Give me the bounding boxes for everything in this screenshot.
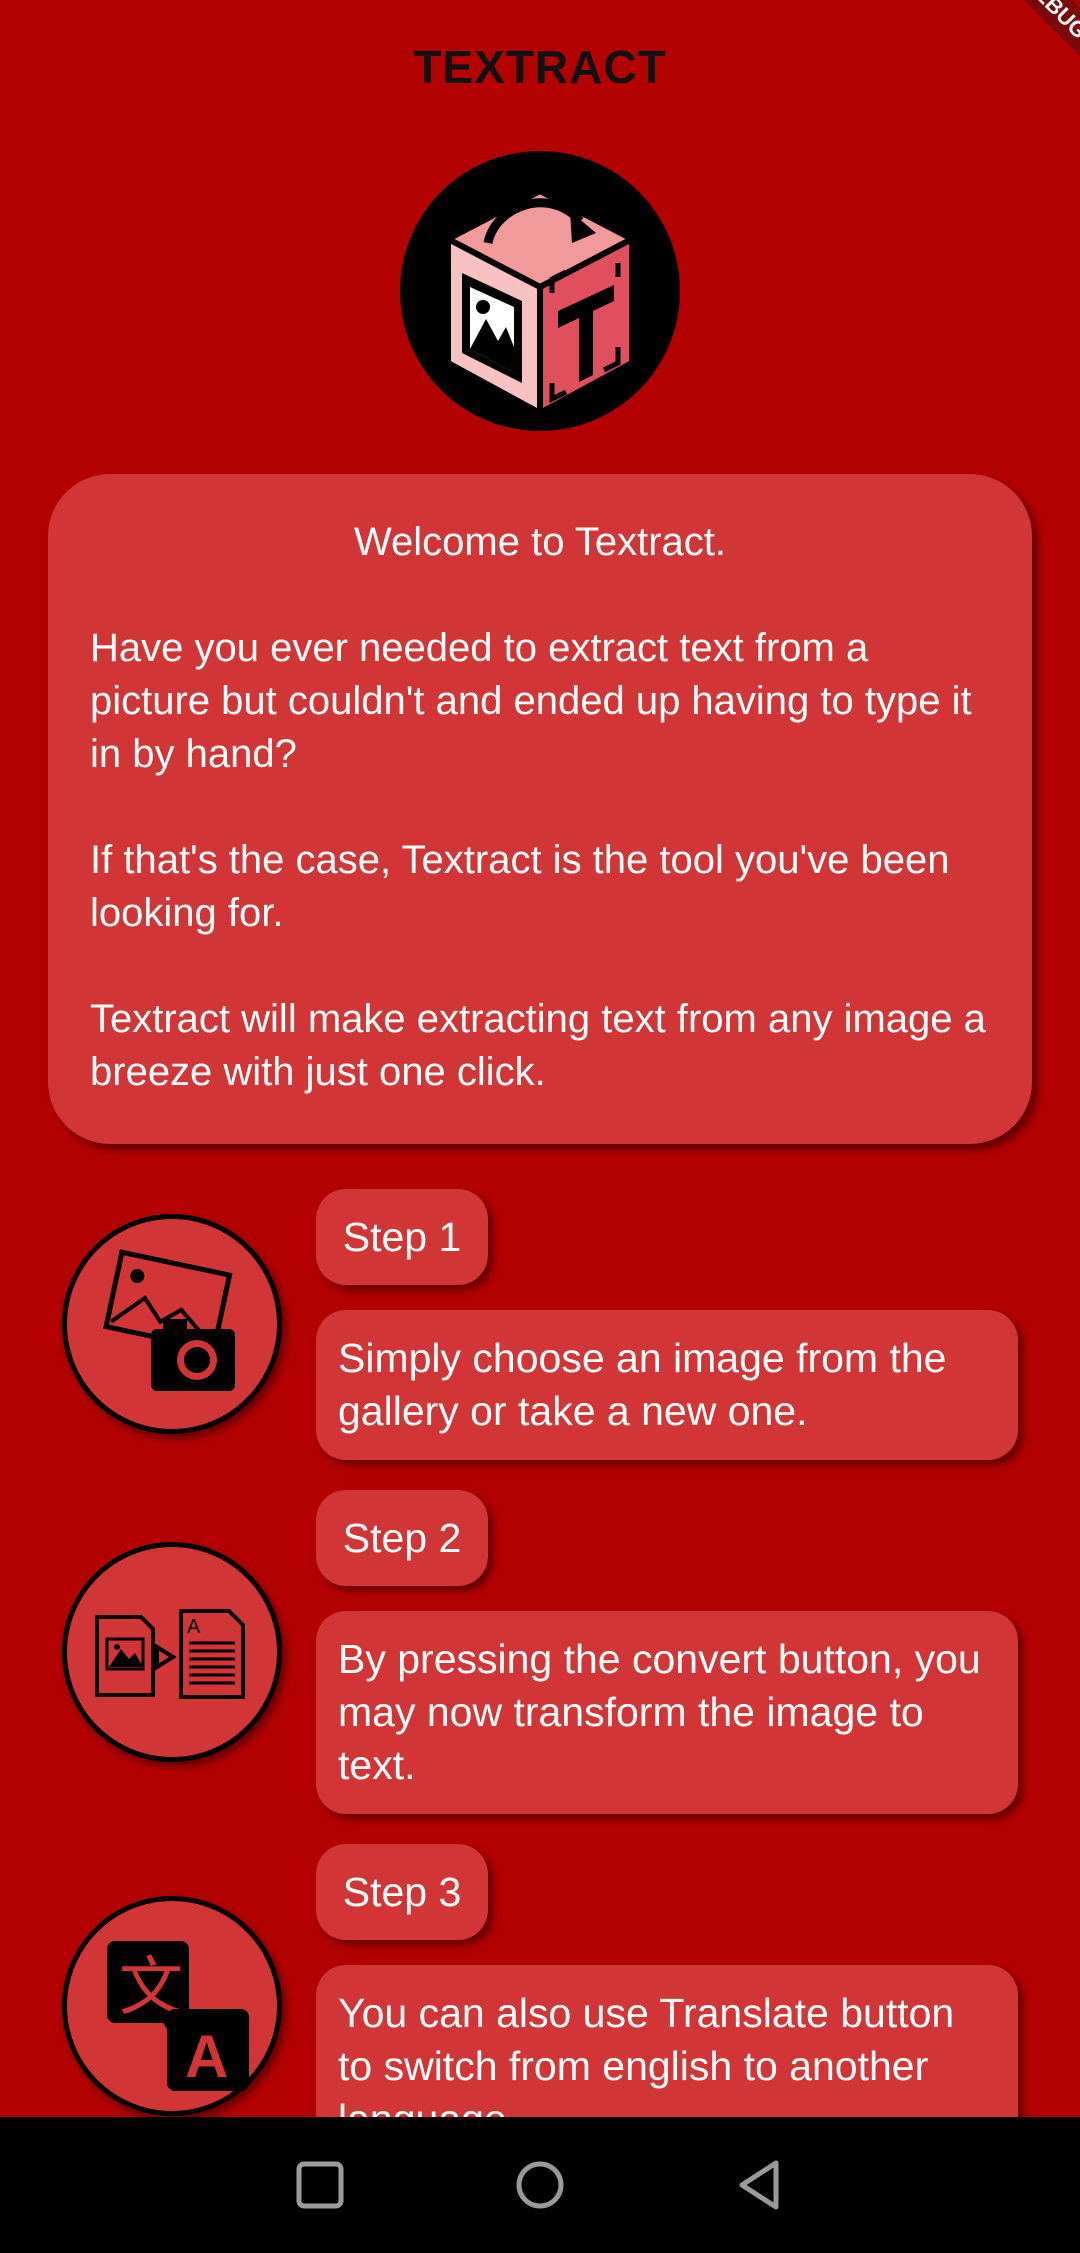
image-to-text-icon: A (62, 1542, 282, 1762)
step-2-label: Step 2 (316, 1490, 488, 1586)
step-1-label: Step 1 (316, 1189, 488, 1285)
back-icon (739, 2160, 779, 2210)
recent-apps-icon (296, 2161, 344, 2209)
welcome-paragraph: If that's the case, Textract is the tool… (90, 838, 950, 935)
app-title: TEXTRACT (413, 41, 667, 93)
translate-icon: 文 A (62, 1896, 282, 2116)
image-camera-icon (62, 1214, 282, 1434)
welcome-title: Welcome to Textract. (354, 520, 726, 564)
welcome-paragraph: Have you ever needed to extract text fro… (90, 626, 972, 776)
svg-text:A: A (185, 2023, 228, 2090)
step-1-description: Simply choose an image from the gallery … (316, 1310, 1018, 1460)
step-3-label: Step 3 (316, 1844, 488, 1940)
home-button[interactable] (508, 2153, 572, 2217)
back-button[interactable] (728, 2153, 792, 2217)
recent-apps-button[interactable] (288, 2153, 352, 2217)
welcome-card: Welcome to Textract. Have you ever neede… (48, 474, 1032, 1144)
app-logo (400, 151, 680, 431)
welcome-paragraph: Textract will make extracting text from … (90, 997, 986, 1094)
home-icon (516, 2161, 564, 2209)
svg-text:A: A (187, 1616, 201, 1638)
step-2-description: By pressing the convert button, you may … (316, 1611, 1018, 1814)
navigation-bar (0, 2117, 1080, 2253)
